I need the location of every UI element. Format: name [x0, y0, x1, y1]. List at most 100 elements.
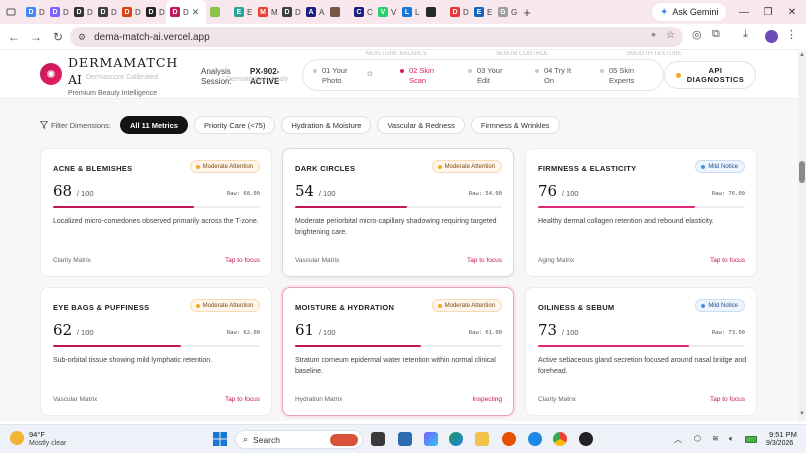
clock-time[interactable]: 9:51 PM — [769, 430, 797, 439]
task-view-icon[interactable] — [371, 432, 385, 446]
sparkle-app-icon[interactable] — [502, 432, 516, 446]
metric-score: 73 / 100 — [538, 321, 579, 339]
step-your-photo[interactable]: 01 Your Photo — [313, 66, 347, 86]
forward-icon[interactable]: → — [25, 30, 47, 44]
browser-tab[interactable]: DD — [118, 0, 142, 24]
maximize-window-icon[interactable]: ❐ — [756, 0, 780, 24]
windows-start-icon[interactable] — [213, 432, 227, 446]
browser-tab[interactable]: LL — [398, 0, 422, 24]
new-tab-button[interactable]: + — [518, 5, 536, 20]
browser-tab[interactable]: EE — [470, 0, 494, 24]
browser-tab[interactable]: CC — [350, 0, 374, 24]
metric-card[interactable]: ACNE & BLEMISHES Moderate Attention 68 / 1… — [40, 148, 272, 277]
clock-date[interactable]: 9/3/2026 — [766, 440, 793, 447]
filter-chip[interactable]: All 11 Metrics — [120, 116, 188, 134]
battery-icon[interactable] — [745, 436, 757, 443]
metric-description: Healthy dermal collagen retention and re… — [538, 218, 714, 225]
copilot-icon[interactable] — [424, 432, 438, 446]
puzzle-extensions-icon[interactable]: ⧉ — [712, 28, 720, 41]
browser-menu-icon[interactable]: ⋮ — [786, 28, 797, 41]
browser-tab[interactable]: AA — [302, 0, 326, 24]
tab-search-icon[interactable] — [0, 0, 22, 24]
browser-tab[interactable]: DD — [142, 0, 166, 24]
tap-to-focus-link[interactable]: Tap to focus — [225, 257, 260, 264]
severity-dot-icon — [437, 164, 442, 169]
session-ghost-text: Dermatoscale Analy — [226, 76, 289, 83]
weather-moon-icon[interactable] — [10, 431, 24, 445]
site-info-icon[interactable]: ⚙ — [78, 32, 86, 43]
browser-tab[interactable]: EE — [230, 0, 254, 24]
brand-name-suffix: AI — [68, 72, 82, 87]
reload-icon[interactable]: ↻ — [47, 30, 69, 44]
browser-tab[interactable]: DD — [94, 0, 118, 24]
browser-tab[interactable]: DD — [446, 0, 470, 24]
api-diagnostics-button[interactable]: API DIAGNOSTICS — [664, 61, 756, 89]
browser-tab[interactable]: MM — [254, 0, 278, 24]
store-icon[interactable] — [398, 432, 412, 446]
tray-overflow-icon[interactable]: ︿ — [674, 434, 682, 445]
filter-chip[interactable]: Hydration & Moisture — [281, 116, 372, 134]
metric-score: 62 / 100 — [53, 321, 94, 339]
minimize-window-icon[interactable]: — — [732, 0, 756, 24]
tap-to-focus-link[interactable]: Inspecting — [472, 396, 502, 403]
metric-description: Active sebaceous gland secretion focused… — [538, 357, 747, 375]
browser-tab[interactable]: GG — [494, 0, 518, 24]
tap-to-focus-link[interactable]: Tap to focus — [225, 396, 260, 403]
browser-tab[interactable]: D D ✕ — [166, 0, 206, 24]
metric-card[interactable]: OILINESS & SEBUM Mild Notice 73 / 100 Raw: … — [525, 287, 757, 416]
extension-icon[interactable]: ◎ — [692, 28, 702, 41]
browser-tab[interactable]: VV — [374, 0, 398, 24]
filter-chip[interactable]: Priority Care (<75) — [193, 116, 276, 134]
skype-icon[interactable] — [528, 432, 542, 446]
page-scrollbar[interactable]: ▲ ▼ — [798, 51, 806, 421]
metric-card[interactable]: FIRMNESS & ELASTICITY Mild Notice 76 / 100… — [525, 148, 757, 277]
metric-card[interactable]: MOISTURE & HYDRATION Moderate Attention 61… — [282, 287, 514, 416]
back-icon[interactable]: ← — [3, 30, 25, 44]
step-skin-scan[interactable]: 02 Skin Scan — [400, 66, 434, 86]
filter-chip[interactable]: Vascular & Redness — [377, 116, 465, 134]
tab-favicon-icon: D — [450, 7, 460, 17]
weather-description[interactable]: Mostly clear — [29, 440, 66, 447]
file-explorer-icon[interactable] — [475, 432, 489, 446]
tap-to-focus-link[interactable]: Tap to focus — [467, 257, 502, 264]
bookmark-star-icon[interactable]: ☆ — [666, 30, 675, 41]
step-try-it-on[interactable]: 04 Try It On — [535, 66, 571, 86]
scrollbar-thumb[interactable] — [799, 161, 805, 183]
ask-gemini-button[interactable]: ✦ Ask Gemini — [652, 3, 727, 21]
url-text[interactable]: dema-match-ai.vercel.app — [94, 32, 210, 43]
weather-temperature[interactable]: 94°F — [29, 430, 45, 439]
score-max: / 100 — [561, 189, 579, 198]
browser-tab[interactable] — [422, 0, 446, 24]
filter-bar: Filter Dimensions: All 11 Metrics Priorit… — [40, 116, 560, 134]
profile-avatar[interactable] — [765, 30, 778, 43]
browser-tab[interactable]: DD — [278, 0, 302, 24]
tab-title: D — [183, 7, 189, 17]
browser-tab[interactable]: DD — [70, 0, 94, 24]
chatgpt-icon[interactable] — [579, 432, 593, 446]
tap-to-focus-link[interactable]: Tap to focus — [710, 396, 745, 403]
taskbar-search[interactable]: ⌕ Search — [235, 430, 363, 449]
close-window-icon[interactable]: ✕ — [780, 0, 804, 24]
download-icon[interactable]: ⤓ — [743, 28, 748, 41]
metric-card[interactable]: EYE BAGS & PUFFINESS Moderate Attention 62… — [40, 287, 272, 416]
browser-tab[interactable]: DD — [22, 0, 46, 24]
browser-tab[interactable]: DD — [46, 0, 70, 24]
edge-browser-icon[interactable] — [449, 432, 463, 446]
browser-tab[interactable] — [206, 0, 230, 24]
location-icon[interactable]: ⌖ — [651, 30, 656, 41]
wifi-icon[interactable]: ≋ — [712, 434, 719, 443]
filter-chip[interactable]: Firmness & Wrinkles — [470, 116, 560, 134]
tap-to-focus-link[interactable]: Tap to focus — [710, 257, 745, 264]
step-skin-experts[interactable]: 05 Skin Experts — [600, 66, 634, 86]
close-tab-icon[interactable]: ✕ — [192, 7, 200, 18]
step-your-edit[interactable]: 03 Your Edit — [468, 66, 502, 86]
browser-tab[interactable] — [326, 0, 350, 24]
brand-logo-icon[interactable]: ✺ — [40, 63, 62, 85]
tray-app-icon[interactable]: ⬡ — [694, 434, 701, 443]
severity-badge: Mild Notice — [695, 160, 745, 173]
browser-toolbar: ← → ↻ ⚙ dema-match-ai.vercel.app ⌖ ☆ — [0, 24, 806, 50]
chrome-icon[interactable] — [553, 432, 567, 446]
metric-card[interactable]: DARK CIRCLES Moderate Attention 54 / 100 Ra… — [282, 148, 514, 277]
address-bar[interactable]: ⚙ dema-match-ai.vercel.app ⌖ ☆ — [70, 27, 683, 47]
volume-icon[interactable]: 🔈︎ — [729, 434, 734, 444]
